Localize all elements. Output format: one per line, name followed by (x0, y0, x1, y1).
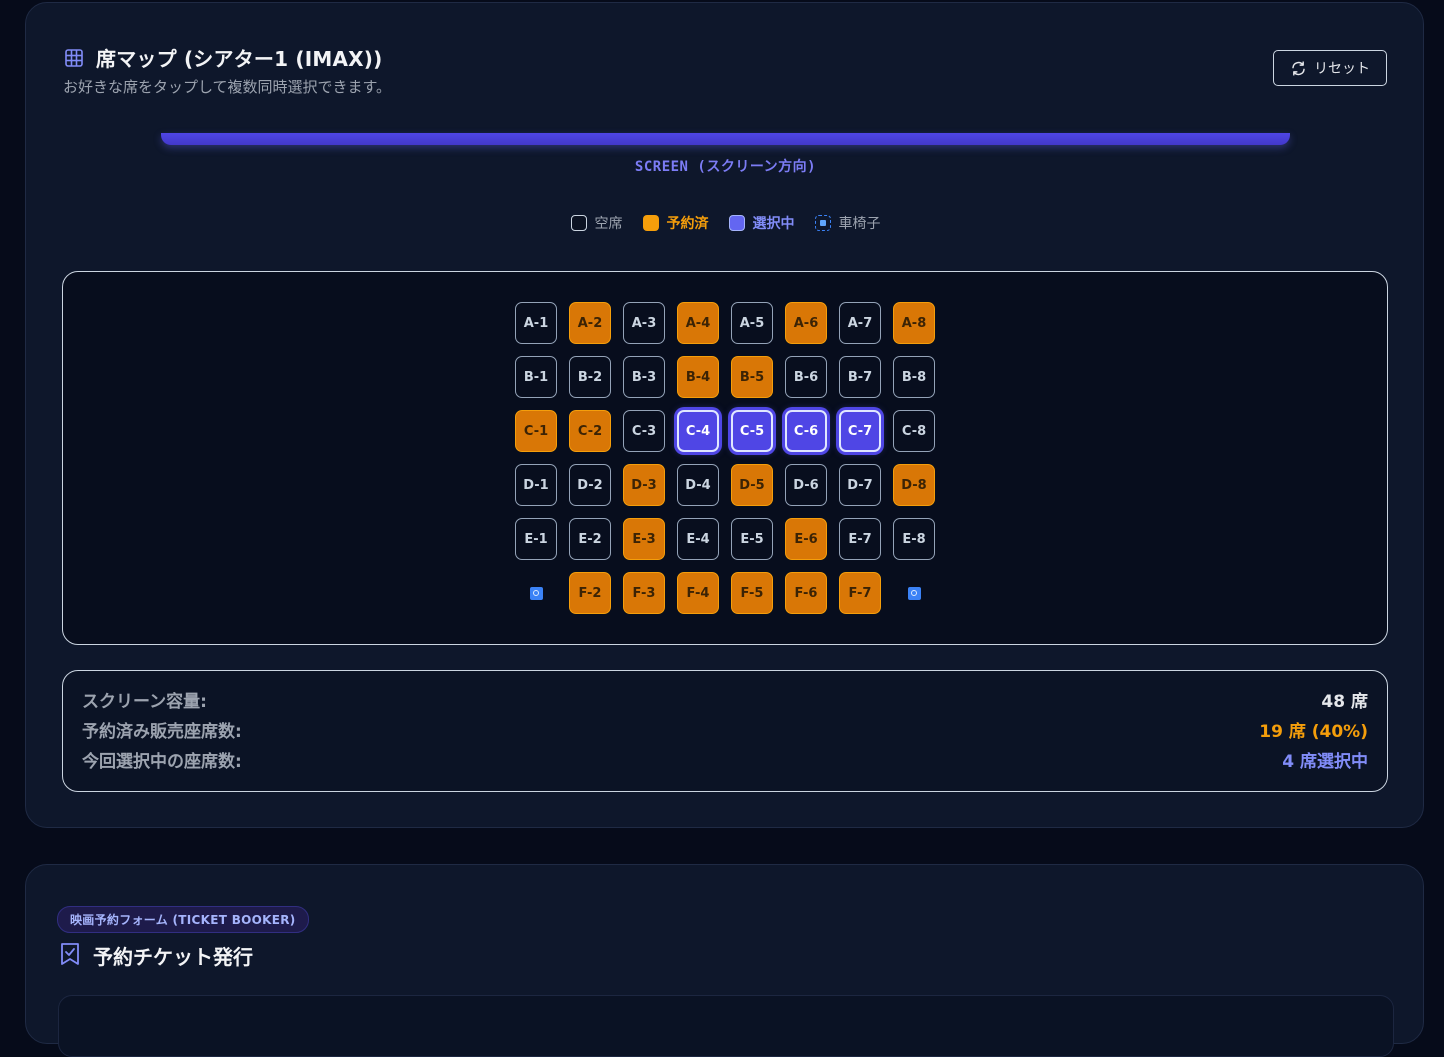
seat-wheelchair[interactable] (515, 572, 557, 614)
seat-empty[interactable]: B-7 (839, 356, 881, 398)
booker-title: 予約チケット発行 (93, 945, 253, 969)
refresh-icon (1290, 60, 1307, 77)
seat-empty[interactable]: B-3 (623, 356, 665, 398)
seat-reserved: F-6 (785, 572, 827, 614)
stat-reserved: 予約済み販売座席数: 19 席 (40%) (82, 717, 1368, 742)
seat-empty[interactable]: A-3 (623, 302, 665, 344)
seat-reserved: B-5 (731, 356, 773, 398)
capacity-value: 48 席 (1321, 692, 1368, 712)
seat-empty[interactable]: C-8 (893, 410, 935, 452)
seat-empty[interactable]: C-3 (623, 410, 665, 452)
seat-empty[interactable]: D-4 (677, 464, 719, 506)
seat-empty[interactable]: D-6 (785, 464, 827, 506)
seat-empty[interactable]: B-1 (515, 356, 557, 398)
seat-stats: スクリーン容量: 48 席 予約済み販売座席数: 19 席 (40%) 今回選択… (62, 670, 1388, 792)
stat-capacity: スクリーン容量: 48 席 (82, 687, 1368, 712)
booker-header: 予約チケット発行 (59, 941, 253, 970)
seat-empty[interactable]: A-5 (731, 302, 773, 344)
legend-selected: 選択中 (728, 213, 795, 233)
seat-empty[interactable]: E-1 (515, 518, 557, 560)
wheelchair-icon (907, 586, 921, 600)
seat-reserved: D-3 (623, 464, 665, 506)
seat-empty[interactable]: D-2 (569, 464, 611, 506)
seat-reserved: C-2 (569, 410, 611, 452)
seat-reserved: A-4 (677, 302, 719, 344)
ticket-icon (59, 942, 81, 970)
seat-map-card: 席マップ (シアター1 (IMAX)) お好きな席をタップして複数同時選択できま… (25, 2, 1424, 828)
seat-legend: 空席 予約済 選択中 車椅子 (26, 213, 1425, 233)
seat-panel: A-1 A-2 A-3 A-4 A-5 A-6 A-7 A-8 B-1 B-2 B-3 B-4 B-5 B… (62, 271, 1388, 645)
seat-empty[interactable]: B-2 (569, 356, 611, 398)
seat-empty[interactable]: E-4 (677, 518, 719, 560)
seat-empty[interactable]: D-1 (515, 464, 557, 506)
seat-reserved: E-3 (623, 518, 665, 560)
legend-selected-label: 選択中 (752, 216, 795, 232)
reserved-count-value: 19 席 (40%) (1259, 722, 1368, 742)
seat-map-title: 席マップ (シアター1 (IMAX)) (96, 47, 383, 71)
seat-empty[interactable]: D-7 (839, 464, 881, 506)
seat-reserved: A-6 (785, 302, 827, 344)
reserved-swatch (642, 215, 659, 231)
seat-grid: A-1 A-2 A-3 A-4 A-5 A-6 A-7 A-8 B-1 B-2 B-3 B-4 B-5 B… (515, 302, 935, 614)
reserved-count-label: 予約済み販売座席数: (82, 722, 242, 742)
legend-reserved: 予約済 (642, 213, 709, 233)
seat-reserved: C-1 (515, 410, 557, 452)
booker-badge: 映画予約フォーム (TICKET BOOKER) (57, 906, 309, 933)
stat-selected: 今回選択中の座席数: 4 席選択中 (82, 747, 1368, 772)
screen-bar (161, 133, 1290, 145)
empty-swatch (570, 215, 587, 231)
seat-map-header: 席マップ (シアター1 (IMAX)) (64, 43, 382, 72)
legend-wheelchair-label: 車椅子 (838, 216, 881, 232)
seat-empty[interactable]: B-8 (893, 356, 935, 398)
seat-empty[interactable]: E-7 (839, 518, 881, 560)
seat-reserved: E-6 (785, 518, 827, 560)
grid-icon (64, 48, 84, 68)
reset-button[interactable]: リセット (1273, 50, 1387, 86)
legend-empty-label: 空席 (594, 216, 623, 232)
seat-reserved: A-8 (893, 302, 935, 344)
legend-wheelchair: 車椅子 (814, 213, 881, 233)
seat-reserved: D-8 (893, 464, 935, 506)
seat-reserved: F-7 (839, 572, 881, 614)
capacity-label: スクリーン容量: (82, 692, 207, 712)
booker-form-panel (58, 995, 1394, 1057)
seat-empty[interactable]: A-7 (839, 302, 881, 344)
seat-reserved: F-3 (623, 572, 665, 614)
seat-map-subtitle: お好きな席をタップして複数同時選択できます。 (63, 78, 392, 96)
seat-reserved: A-2 (569, 302, 611, 344)
seat-selected[interactable]: C-4 (677, 410, 719, 452)
seat-wheelchair[interactable] (893, 572, 935, 614)
selected-count-label: 今回選択中の座席数: (82, 752, 242, 772)
seat-empty[interactable]: A-1 (515, 302, 557, 344)
legend-reserved-label: 予約済 (666, 216, 709, 232)
wheelchair-icon (529, 586, 543, 600)
seat-selected[interactable]: C-6 (785, 410, 827, 452)
selected-count-value: 4 席選択中 (1282, 752, 1368, 772)
seat-empty[interactable]: E-2 (569, 518, 611, 560)
seat-reserved: D-5 (731, 464, 773, 506)
seat-reserved: F-4 (677, 572, 719, 614)
seat-empty[interactable]: E-8 (893, 518, 935, 560)
seat-empty[interactable]: E-5 (731, 518, 773, 560)
seat-reserved: F-2 (569, 572, 611, 614)
seat-reserved: B-4 (677, 356, 719, 398)
seat-empty[interactable]: B-6 (785, 356, 827, 398)
ticket-booker-card: 映画予約フォーム (TICKET BOOKER) 予約チケット発行 (25, 864, 1424, 1057)
seat-reserved: F-5 (731, 572, 773, 614)
reset-label: リセット (1314, 60, 1370, 76)
seat-selected[interactable]: C-5 (731, 410, 773, 452)
selected-swatch (728, 215, 745, 231)
wheelchair-icon (814, 215, 831, 231)
legend-empty: 空席 (570, 213, 623, 233)
seat-selected[interactable]: C-7 (839, 410, 881, 452)
screen-label: SCREEN (スクリーン方向) (634, 159, 817, 175)
